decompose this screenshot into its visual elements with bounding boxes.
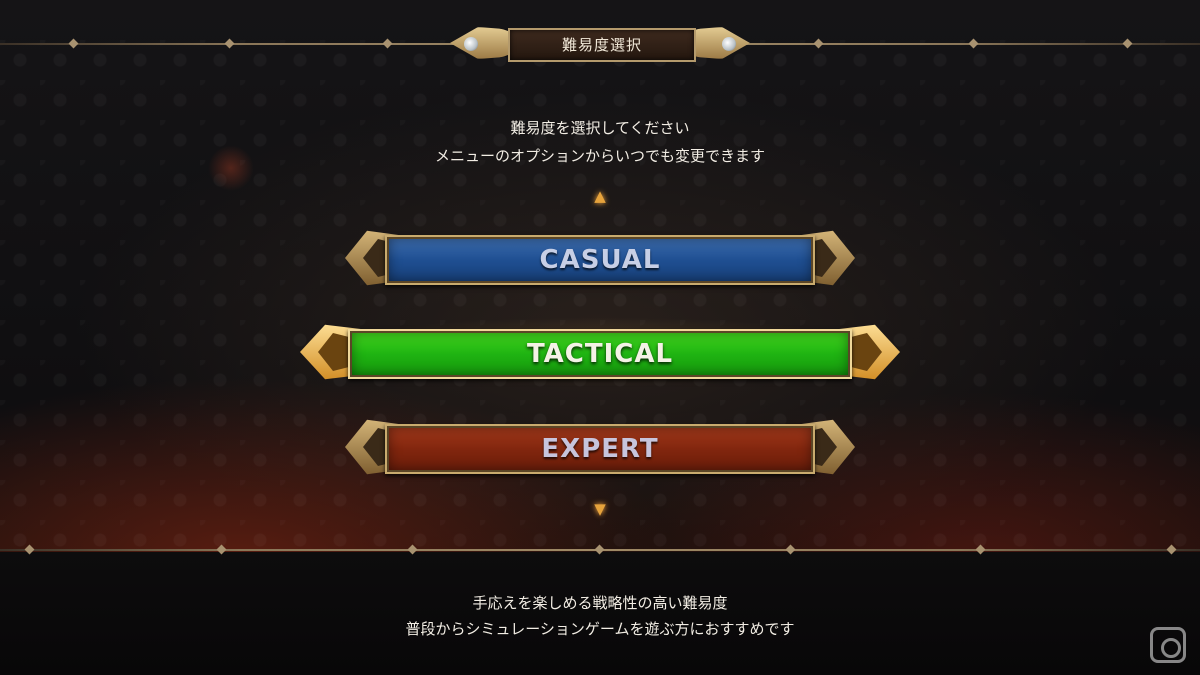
divider-ornament — [382, 38, 393, 49]
instruction-line-1: 難易度を選択してください — [510, 119, 690, 137]
difficulty-label: EXPERT — [541, 434, 659, 464]
instruction-line-2: メニューのオプションからいつでも変更できます — [434, 147, 765, 165]
title-plate: 難易度選択 — [450, 25, 750, 63]
divider-ornament — [224, 38, 235, 49]
arrow-up-icon[interactable]: ▲ — [591, 187, 609, 205]
divider-ornament — [813, 38, 824, 49]
arrow-down-icon[interactable]: ▼ — [591, 500, 609, 518]
ember-glow — [208, 145, 254, 191]
difficulty-tactical-button[interactable]: TACTICAL — [300, 317, 900, 387]
description-line-2: 普段からシミュレーションゲームを遊ぶ方におすすめです — [405, 620, 795, 638]
pearl-icon — [722, 37, 736, 51]
page-title: 難易度選択 — [561, 36, 642, 54]
difficulty-description: 手応えを楽しめる戦略性の高い難易度 普段からシミュレーションゲームを遊ぶ方におす… — [300, 590, 900, 642]
instructions: 難易度を選択してください メニューのオプションからいつでも変更できます — [300, 114, 900, 170]
difficulty-expert-button[interactable]: EXPERT — [345, 416, 855, 478]
divider-ornament — [968, 38, 979, 49]
difficulty-label: TACTICAL — [526, 339, 674, 369]
difficulty-select-screen: 難易度選択 難易度を選択してください メニューのオプションからいつでも変更できま… — [0, 0, 1200, 675]
difficulty-label: CASUAL — [539, 245, 661, 275]
difficulty-casual-button[interactable]: CASUAL — [345, 227, 855, 289]
pearl-icon — [464, 37, 478, 51]
description-line-1: 手応えを楽しめる戦略性の高い難易度 — [472, 594, 728, 612]
site-logo-icon — [1150, 627, 1186, 663]
divider-ornament — [1122, 38, 1133, 49]
divider-ornament — [68, 38, 79, 49]
